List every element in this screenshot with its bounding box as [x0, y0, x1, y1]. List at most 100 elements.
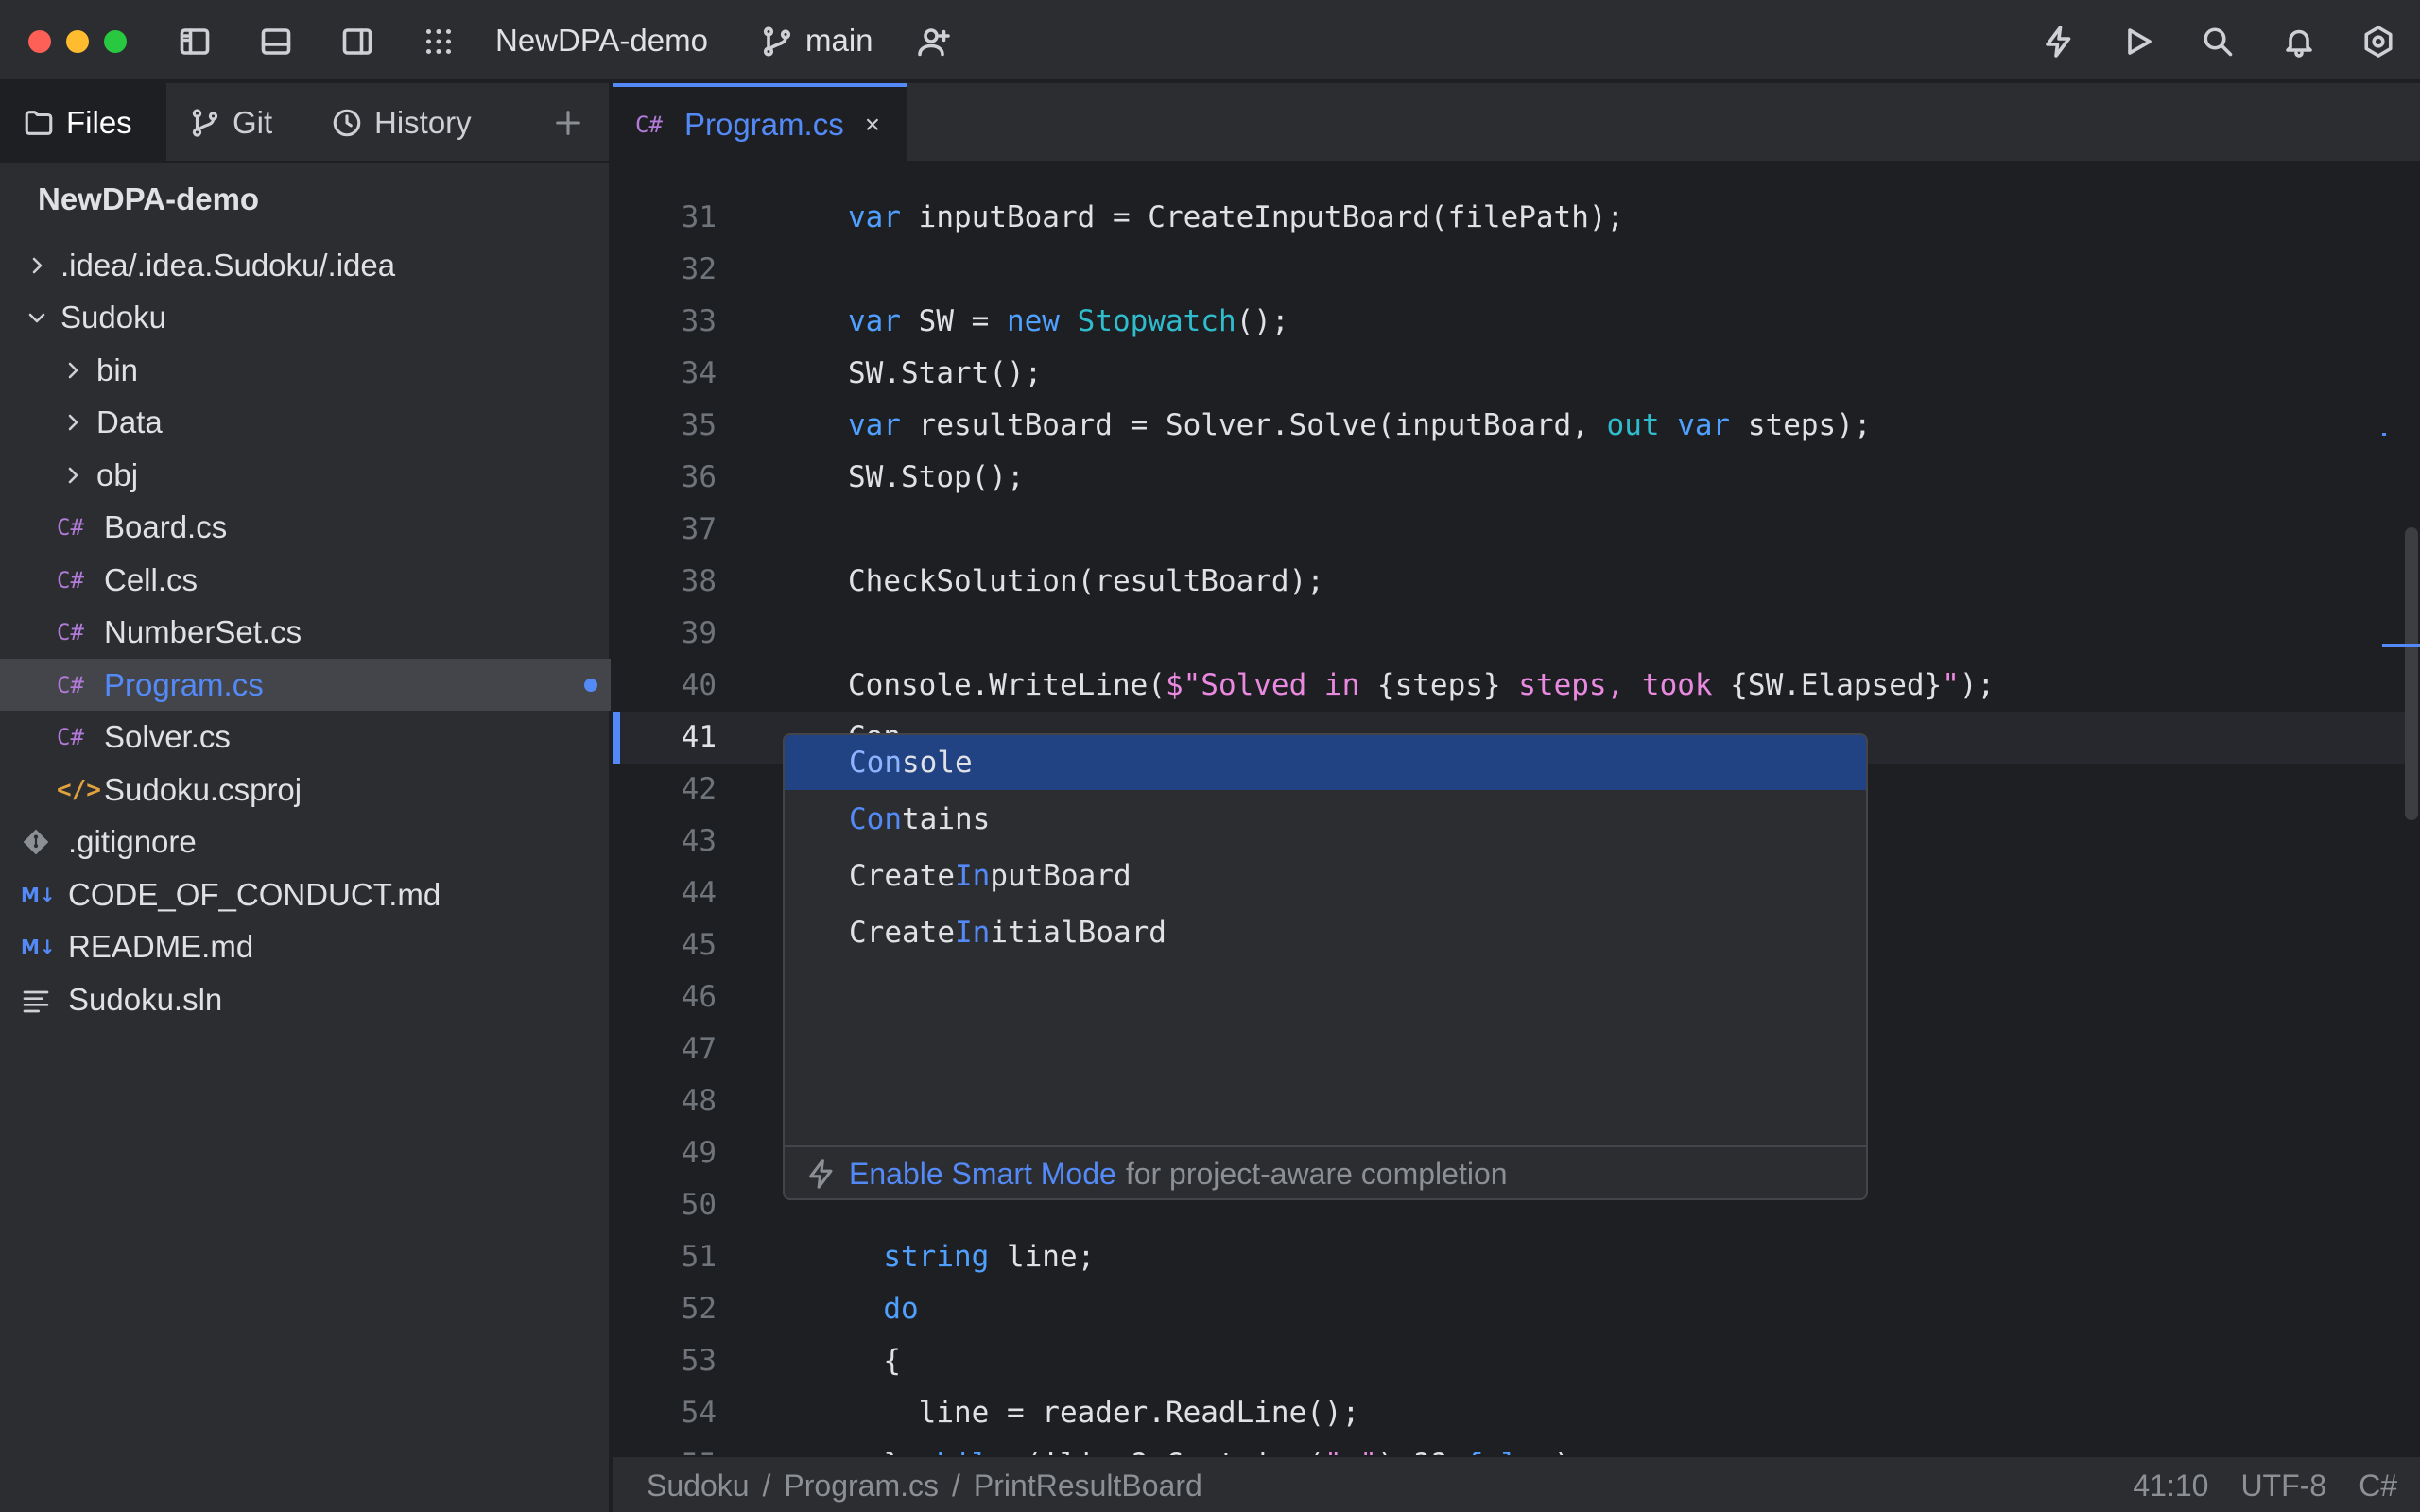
tab-program-cs[interactable]: C# Program.cs ×	[613, 83, 908, 163]
add-tab-button[interactable]	[552, 83, 596, 163]
tab-git[interactable]: Git	[189, 83, 272, 163]
lightning-icon[interactable]	[2038, 21, 2080, 62]
modified-indicator	[584, 679, 597, 692]
code-line[interactable]: 54 line = reader.ReadLine();	[613, 1387, 2409, 1439]
settings-icon[interactable]	[2358, 21, 2399, 62]
code-text: CheckSolution(resultBoard);	[848, 564, 1324, 598]
project-name[interactable]: NewDPA-demo	[495, 23, 708, 59]
chevron-right-icon[interactable]	[59, 408, 87, 437]
language-mode[interactable]: C#	[2359, 1469, 2397, 1503]
code-line[interactable]: 34 SW.Start();	[613, 348, 2409, 400]
completion-match: Con	[849, 746, 902, 780]
close-tab-icon[interactable]: ×	[865, 110, 880, 140]
code-line[interactable]: 33 var SW = new Stopwatch();	[613, 296, 2409, 348]
editor-tabs: C# Program.cs ×	[613, 83, 2420, 163]
close-window-button[interactable]	[28, 30, 51, 53]
file-encoding[interactable]: UTF-8	[2240, 1469, 2326, 1503]
tab-git-label: Git	[233, 105, 273, 140]
tree-file[interactable]: C# NumberSet.cs	[0, 607, 611, 659]
line-number: 54	[681, 1396, 717, 1430]
code-line[interactable]: 51 string line;	[613, 1231, 2409, 1283]
cursor-position[interactable]: 41:10	[2133, 1469, 2208, 1503]
chevron-right-icon[interactable]	[59, 461, 87, 490]
completion-prefix: Create	[849, 859, 955, 893]
tree-item-label: .idea/.idea.Sudoku/.idea	[60, 247, 396, 283]
toggle-bottom-panel-icon[interactable]	[255, 21, 297, 62]
tree-folder[interactable]: bin	[0, 344, 611, 396]
tree-folder[interactable]: Data	[0, 397, 611, 449]
code-line[interactable]: 53 {	[613, 1335, 2409, 1387]
completion-item[interactable]: Console	[785, 735, 1866, 790]
enable-smart-mode-link[interactable]: Enable Smart Mode	[849, 1157, 1116, 1192]
tree-file[interactable]: M↓ README.md	[0, 921, 611, 973]
chevron-right-icon[interactable]	[59, 356, 87, 385]
code-line[interactable]: 36 SW.Stop();	[613, 452, 2409, 504]
code-line[interactable]: 31 var inputBoard = CreateInputBoard(file…	[613, 192, 2409, 244]
breadcrumb-separator: /	[762, 1469, 771, 1503]
tree-item-label: README.md	[68, 929, 254, 964]
lightning-icon	[809, 1159, 833, 1189]
tree-file[interactable]: </> Sudoku.csproj	[0, 764, 611, 816]
tree-file[interactable]: C# Board.cs	[0, 502, 611, 554]
code-line[interactable]: 52 do	[613, 1283, 2409, 1335]
bell-icon[interactable]	[2278, 21, 2320, 62]
line-number: 39	[681, 616, 717, 650]
zoom-window-button[interactable]	[104, 30, 127, 53]
tree-file[interactable]: Sudoku.sln	[0, 973, 611, 1025]
line-number: 48	[681, 1084, 717, 1118]
editor-scrollbar[interactable]	[2405, 527, 2418, 820]
tab-files[interactable]: Files	[0, 83, 166, 163]
code-line[interactable]: 35 var resultBoard = Solver.Solve(inputBo…	[613, 400, 2409, 452]
completion-popup: Console Contains CreateInputBoard CreateIni…	[783, 733, 1868, 1200]
completion-footer: Enable Smart Mode for project-aware comp…	[785, 1145, 1866, 1198]
add-user-icon[interactable]	[913, 21, 955, 62]
completion-rest: sole	[902, 746, 973, 780]
tree-folder[interactable]: .idea/.idea.Sudoku/.idea	[0, 239, 611, 291]
tab-files-label: Files	[66, 105, 132, 140]
csharp-file-icon: C#	[57, 514, 84, 541]
tree-item-label: Sudoku	[60, 300, 166, 335]
tree-file[interactable]: C# Solver.cs	[0, 712, 611, 764]
project-root-label[interactable]: NewDPA-demo	[38, 181, 259, 217]
completion-footer-text: for project-aware completion	[1125, 1156, 1508, 1191]
breadcrumb-item[interactable]: Sudoku	[647, 1469, 750, 1503]
toggle-right-panel-icon[interactable]	[337, 21, 378, 62]
tree-folder[interactable]: obj	[0, 449, 611, 501]
line-number: 51	[681, 1240, 717, 1274]
git-branch-icon	[192, 109, 218, 137]
completion-item[interactable]: CreateInputBoard	[785, 849, 1866, 903]
line-number: 32	[681, 252, 717, 286]
run-icon[interactable]	[2118, 21, 2159, 62]
search-icon[interactable]	[2197, 21, 2238, 62]
code-text: var inputBoard = CreateInputBoard(filePa…	[848, 200, 1625, 234]
tree-item-label: Solver.cs	[104, 719, 231, 754]
completion-rest: tains	[902, 802, 991, 836]
line-number: 37	[681, 512, 717, 546]
tree-file[interactable]: .gitignore	[0, 816, 611, 868]
branch-selector[interactable]: main	[805, 23, 873, 59]
line-number: 33	[681, 304, 717, 338]
code-line[interactable]: 37	[613, 504, 2409, 556]
tab-history[interactable]: History	[331, 83, 472, 163]
code-line[interactable]: 38 CheckSolution(resultBoard);	[613, 556, 2409, 608]
breadcrumb-item[interactable]: Program.cs	[784, 1469, 939, 1503]
completion-item[interactable]: CreateInitialBoard	[785, 905, 1866, 960]
code-line[interactable]: 32	[613, 244, 2409, 296]
line-number: 50	[681, 1188, 717, 1222]
apps-grid-icon[interactable]	[418, 21, 459, 62]
minimize-window-button[interactable]	[66, 30, 89, 53]
breadcrumb-item[interactable]: PrintResultBoard	[974, 1469, 1202, 1503]
completion-item[interactable]: Contains	[785, 792, 1866, 847]
tree-file[interactable]: C# Cell.cs	[0, 554, 611, 606]
chevron-right-icon[interactable]	[23, 251, 51, 280]
folder-icon	[25, 111, 53, 135]
solution-file-icon	[21, 985, 59, 1015]
code-text: SW.Start();	[848, 356, 1043, 390]
code-line[interactable]: 39	[613, 608, 2409, 660]
tree-file[interactable]: C# Program.cs	[0, 659, 611, 711]
chevron-down-icon[interactable]	[23, 303, 51, 332]
tree-file[interactable]: M↓ CODE_OF_CONDUCT.md	[0, 868, 611, 920]
toggle-left-panel-icon[interactable]	[174, 21, 216, 62]
code-line[interactable]: 40 Console.WriteLine($"Solved in {steps} …	[613, 660, 2409, 712]
tree-folder[interactable]: Sudoku	[0, 292, 611, 344]
